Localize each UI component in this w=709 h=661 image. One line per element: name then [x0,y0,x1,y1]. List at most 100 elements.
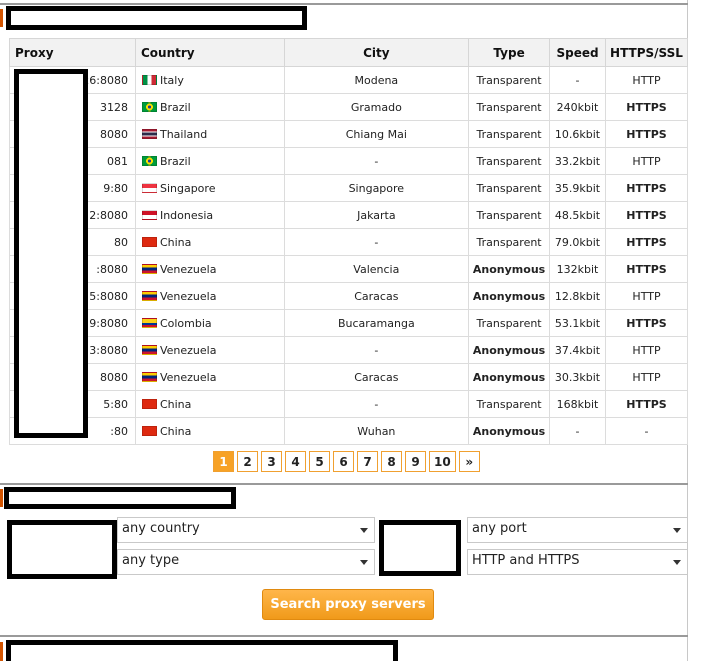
country-cell: China [134,228,285,256]
thailand-flag-icon [141,128,157,139]
https-ssl-cell: HTTPS [605,309,688,337]
table-row: 2:8080 Indonesia Jakarta Transparent 48.5kbi… [9,201,688,229]
speed-cell: 53.1kbit [549,309,606,337]
country-cell: Venezuela [134,282,285,310]
https-ssl-cell: HTTP [605,147,688,175]
type-cell-value: Anonymous [472,424,546,438]
italy-flag-icon [141,74,157,85]
type-cell-value: Anonymous [472,370,546,384]
country-cell: Thailand [134,120,285,148]
page-link-4[interactable]: 4 [285,451,306,472]
city-cell-value: Valencia [353,262,400,276]
redacted-proxy-ips [14,69,88,438]
country-cell: China [134,417,285,445]
https-ssl-cell-value: HTTP [632,370,661,384]
country-cell: Brazil [134,93,285,121]
section-divider [0,3,688,5]
search-proxy-servers-button[interactable]: Search proxy servers [262,589,434,620]
https-ssl-cell-value: HTTP [632,343,661,357]
singapore-flag-icon [141,182,157,193]
https-ssl-cell: HTTPS [605,120,688,148]
country-cell: China [134,390,285,418]
column-header-country[interactable]: Country [134,38,285,67]
country-cell-value: Colombia [159,316,212,330]
country-select[interactable]: any country [117,517,375,543]
country-cell: Singapore [134,174,285,202]
type-select[interactable]: any type [117,549,375,575]
speed-cell: 33.2kbit [549,147,606,175]
table-row: 8080 Thailand Chiang Mai Transparent 10.6kbi… [9,120,688,148]
redacted-form-label [379,520,461,576]
section-marker [0,9,3,27]
speed-cell: 35.9kbit [549,174,606,202]
city-cell-value: - [374,397,379,411]
https-ssl-cell: HTTPS [605,228,688,256]
table-row: 3:8080 Venezuela - Anonymous 37.4kbit HTTP [9,336,688,364]
venezuela-flag-icon [141,290,157,301]
speed-cell: 240kbit [549,93,606,121]
speed-cell: 132kbit [549,255,606,283]
type-cell-value: Transparent [476,316,542,330]
page-link-8[interactable]: 8 [381,451,402,472]
country-cell-value: Venezuela [159,289,217,303]
speed-cell: 10.6kbit [549,120,606,148]
country-cell-value: China [159,235,192,249]
city-cell-value: Chiang Mai [345,127,407,141]
type-cell: Transparent [468,174,551,202]
table-row: 80 China - Transparent 79.0kbit HTTPS [9,228,688,256]
https-ssl-cell-value: - [644,424,649,438]
next-page-link[interactable]: » [458,451,480,472]
country-cell-value: Italy [159,73,184,87]
type-cell: Anonymous [468,363,551,391]
protocol-select-value: HTTP and HTTPS [472,553,580,568]
redacted-section-title [4,487,236,509]
column-header-proxy[interactable]: Proxy [9,38,136,67]
city-cell-value: Wuhan [357,424,396,438]
https-ssl-cell-value: HTTPS [626,181,667,195]
protocol-select[interactable]: HTTP and HTTPS [467,549,688,575]
port-select[interactable]: any port [467,517,688,543]
type-cell-value: Transparent [476,397,542,411]
section-divider [0,483,688,485]
table-header-row: Proxy Country City Type Speed HTTPS/SSL [9,38,688,67]
speed-cell-value: - [575,424,580,438]
table-row: :8080 Venezuela Valencia Anonymous 132kbit HT… [9,255,688,283]
page-link-1[interactable]: 1 [213,451,234,472]
speed-cell: 168kbit [549,390,606,418]
country-cell-value: Indonesia [159,208,214,222]
page-link-3[interactable]: 3 [261,451,282,472]
page-link-2[interactable]: 2 [237,451,258,472]
column-header-speed[interactable]: Speed [549,38,606,67]
table-row: 5:8080 Venezuela Caracas Anonymous 12.8kbit H… [9,282,688,310]
https-ssl-cell: HTTPS [605,255,688,283]
page-link-10[interactable]: 10 [429,451,456,472]
chevron-down-icon [360,528,368,533]
column-header-type[interactable]: Type [468,38,551,67]
city-cell: Caracas [283,363,470,391]
https-ssl-cell: HTTPS [605,174,688,202]
table-row: 3128 Brazil Gramado Transparent 240kbit HTTPS [9,93,688,121]
type-cell-value: Transparent [476,208,542,222]
table-row: 9:8080 Colombia Bucaramanga Transparent 53.1… [9,309,688,337]
page-link-5[interactable]: 5 [309,451,330,472]
https-ssl-cell-value: HTTPS [626,127,667,141]
type-cell-value: Transparent [476,127,542,141]
https-ssl-cell: HTTP [605,363,688,391]
speed-cell: 37.4kbit [549,336,606,364]
section-marker [0,489,3,507]
speed-cell-value: 35.9kbit [554,181,601,195]
section-marker [0,642,3,661]
page-link-6[interactable]: 6 [333,451,354,472]
column-header-city[interactable]: City [283,38,470,67]
redacted-section-title [6,6,307,30]
table-row: 8080 Venezuela Caracas Anonymous 30.3kbit HTT… [9,363,688,391]
speed-cell-value: 12.8kbit [554,289,601,303]
page-link-7[interactable]: 7 [357,451,378,472]
https-ssl-cell-value: HTTP [632,73,661,87]
city-cell: - [283,228,470,256]
type-cell: Transparent [468,309,551,337]
country-cell-value: China [159,424,192,438]
page-link-9[interactable]: 9 [405,451,426,472]
column-header-https-ssl[interactable]: HTTPS/SSL [605,38,688,67]
indonesia-flag-icon [141,209,157,220]
